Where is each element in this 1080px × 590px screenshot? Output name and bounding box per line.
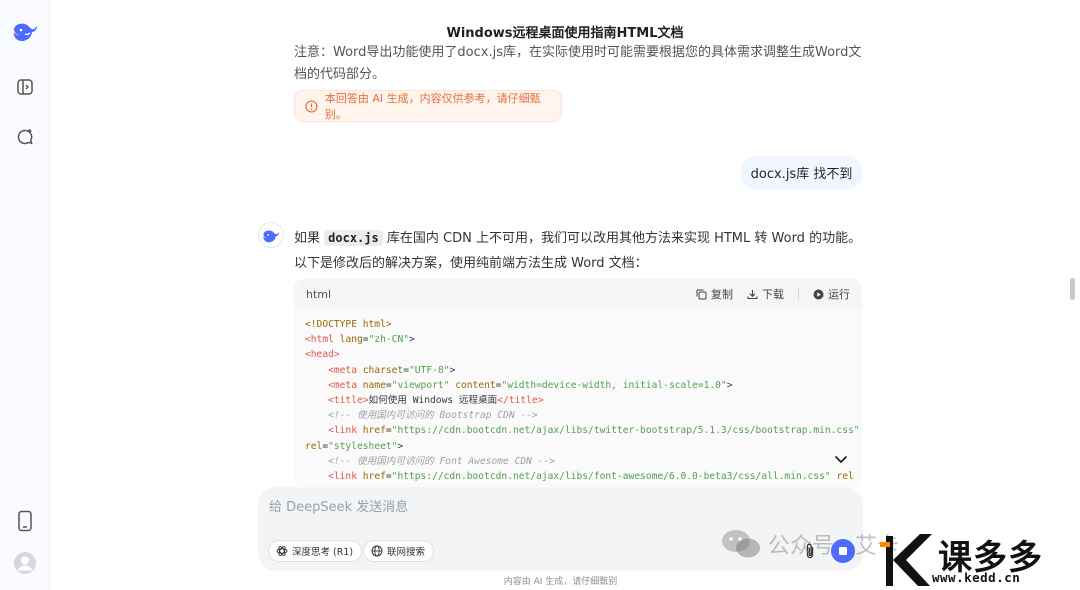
- sidebar: [0, 0, 50, 590]
- code-token: "viewport": [391, 379, 450, 391]
- code-token: content: [455, 379, 496, 391]
- phone-icon[interactable]: [12, 508, 38, 534]
- code-token: </title>: [497, 395, 544, 407]
- copy-icon: [696, 289, 707, 299]
- code-token: rel: [836, 471, 854, 483]
- code-token: "https://cdn.bootcdn.net/ajax/libs/font-…: [391, 471, 831, 483]
- code-token: <meta: [328, 364, 357, 376]
- wechat-icon: [722, 530, 760, 558]
- scrollbar-thumb[interactable]: [1070, 278, 1075, 300]
- footer-disclaimer: 内容由 AI 生成，请仔细甄别: [503, 577, 618, 587]
- message-input[interactable]: [269, 496, 829, 518]
- previous-answer-note: 注意：Word导出功能使用了docx.js库，在实际使用时可能需要根据您的具体需…: [294, 45, 862, 82]
- user-message: docx.js库 找不到: [741, 156, 862, 189]
- atom-icon: [276, 546, 288, 556]
- page-title: Windows远程桌面使用指南HTML文档: [446, 26, 684, 41]
- chevron-down-icon[interactable]: [832, 450, 850, 468]
- new-chat-icon[interactable]: [12, 124, 38, 150]
- code-line: <!DOCTYPE html>: [305, 319, 392, 330]
- avatar-icon[interactable]: [12, 550, 38, 576]
- assistant-answer: 如果 docx.js 库在国内 CDN 上不可用，我们可以改用其他方法来实现 H…: [294, 226, 864, 276]
- ai-warning-banner: 本回答由 AI 生成，内容仅供参考，请仔细甄别。: [294, 90, 562, 122]
- deepseek-logo-icon[interactable]: [12, 18, 38, 44]
- deep-think-label: 深度思考 (R1): [292, 547, 354, 558]
- web-search-label: 联网搜索: [387, 547, 426, 558]
- code-token: <meta: [328, 379, 357, 391]
- code-token: lang: [339, 334, 363, 346]
- answer-prefix: 如果: [294, 231, 321, 246]
- code-header: html 复制 下载 运行: [294, 279, 862, 309]
- kedd-logo-icon: [880, 534, 932, 586]
- code-content: <!DOCTYPE html> <html lang="zh-CN"> <hea…: [305, 319, 860, 483]
- code-language: html: [306, 287, 332, 301]
- code-token: <title>: [328, 395, 369, 407]
- download-button[interactable]: 下载: [747, 286, 784, 302]
- code-token: "zh-CN": [368, 334, 409, 346]
- code-token: <link: [328, 471, 357, 483]
- web-search-toggle[interactable]: 联网搜索: [363, 540, 435, 562]
- code-token: href: [362, 471, 386, 483]
- code-token: href: [362, 425, 386, 437]
- ai-warning-text: 本回答由 AI 生成，内容仅供参考，请仔细甄别。: [324, 92, 541, 121]
- wechat-watermark: 公众号 · 艾卡: [720, 528, 899, 560]
- code-line: <head>: [305, 349, 340, 361]
- code-token: charset: [362, 364, 404, 376]
- sidebar-toggle-icon[interactable]: [12, 74, 38, 100]
- code-token: "UTF-8": [409, 364, 450, 376]
- copy-button[interactable]: 复制: [696, 286, 733, 302]
- code-block: html 复制 下载 运行 <!DOCTYPE html> <html lang…: [294, 279, 862, 489]
- code-comment: <!-- 使用国内可访问的 Bootstrap CDN -->: [328, 410, 538, 422]
- run-button[interactable]: 运行: [813, 286, 850, 302]
- info-icon: [305, 99, 318, 113]
- code-comment: <!-- 使用国内可访问的 Font Awesome CDN -->: [328, 455, 556, 467]
- play-icon: [813, 289, 824, 299]
- code-token: 如何使用 Windows 远程桌面: [368, 395, 498, 407]
- deepseek-whale-icon: [263, 229, 280, 242]
- inline-code: docx.js: [324, 230, 383, 246]
- code-token: rel: [305, 440, 323, 452]
- code-token: "https://cdn.bootcdn.net/ajax/libs/twitt…: [391, 425, 860, 437]
- code-token: <html: [305, 334, 334, 346]
- deep-think-toggle[interactable]: 深度思考 (R1): [268, 540, 363, 562]
- run-label: 运行: [828, 288, 850, 301]
- code-token: "width=device-width, initial-scale=1.0": [501, 379, 727, 391]
- kedd-watermark: 课多多 www.kedd.cn: [880, 528, 1080, 590]
- app-window: Windows远程桌面使用指南HTML文档 注意：Word导出功能使用了docx…: [0, 0, 1080, 590]
- copy-label: 复制: [711, 288, 733, 301]
- code-token: "stylesheet": [328, 440, 398, 452]
- assistant-avatar: [258, 222, 284, 248]
- globe-icon: [371, 545, 383, 557]
- code-token: name: [362, 379, 386, 391]
- kedd-watermark-url: www.kedd.cn: [932, 570, 1021, 585]
- code-token: <link: [328, 425, 357, 437]
- header-divider: [798, 288, 799, 300]
- download-label: 下载: [762, 288, 784, 301]
- download-icon: [747, 289, 758, 299]
